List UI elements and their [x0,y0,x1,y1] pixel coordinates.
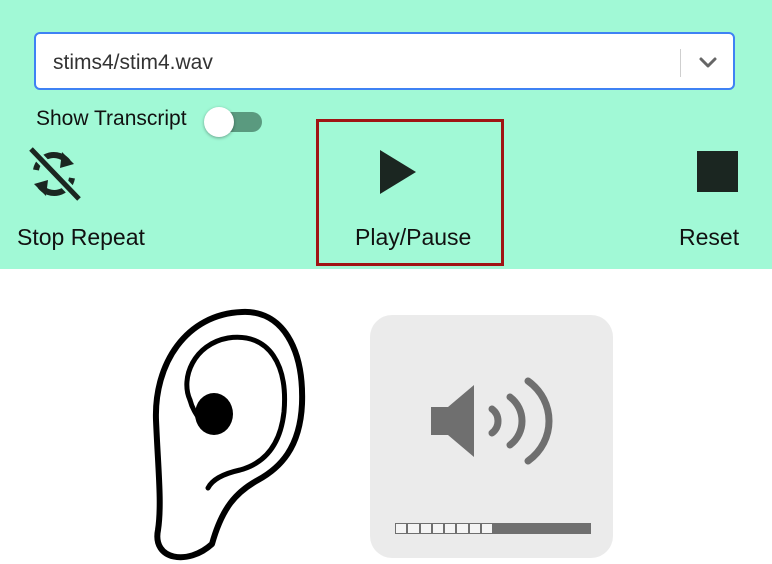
stop-square-icon [697,151,738,192]
speaker-volume-icon [431,377,553,465]
volume-empty-segment [407,523,420,534]
play-pause-highlight [316,119,504,266]
volume-filled-segment [493,523,591,534]
repeat-off-icon [27,146,82,202]
player-controls-panel: stims4/stim4.wav Show Transcript Stop Re… [0,0,772,269]
chevron-down-icon[interactable] [696,51,720,75]
volume-empty-segment [431,523,444,534]
show-transcript-label: Show Transcript [36,107,187,130]
volume-empty-segment [419,523,432,534]
file-select[interactable]: stims4/stim4.wav [34,32,735,90]
speaker-volume-card [370,315,613,558]
volume-empty-segment [395,523,408,534]
ear-icon [152,308,306,561]
file-select-value: stims4/stim4.wav [53,51,213,74]
volume-empty-segment [456,523,469,534]
show-transcript-toggle[interactable] [204,107,262,137]
reset-label: Reset [679,224,740,250]
volume-empty-segment [480,523,493,534]
volume-empty-segment [468,523,481,534]
volume-level-bar [395,523,591,534]
toggle-knob [204,107,234,137]
stop-repeat-label: Stop Repeat [17,224,145,250]
select-separator [680,49,681,77]
volume-empty-segment [444,523,457,534]
